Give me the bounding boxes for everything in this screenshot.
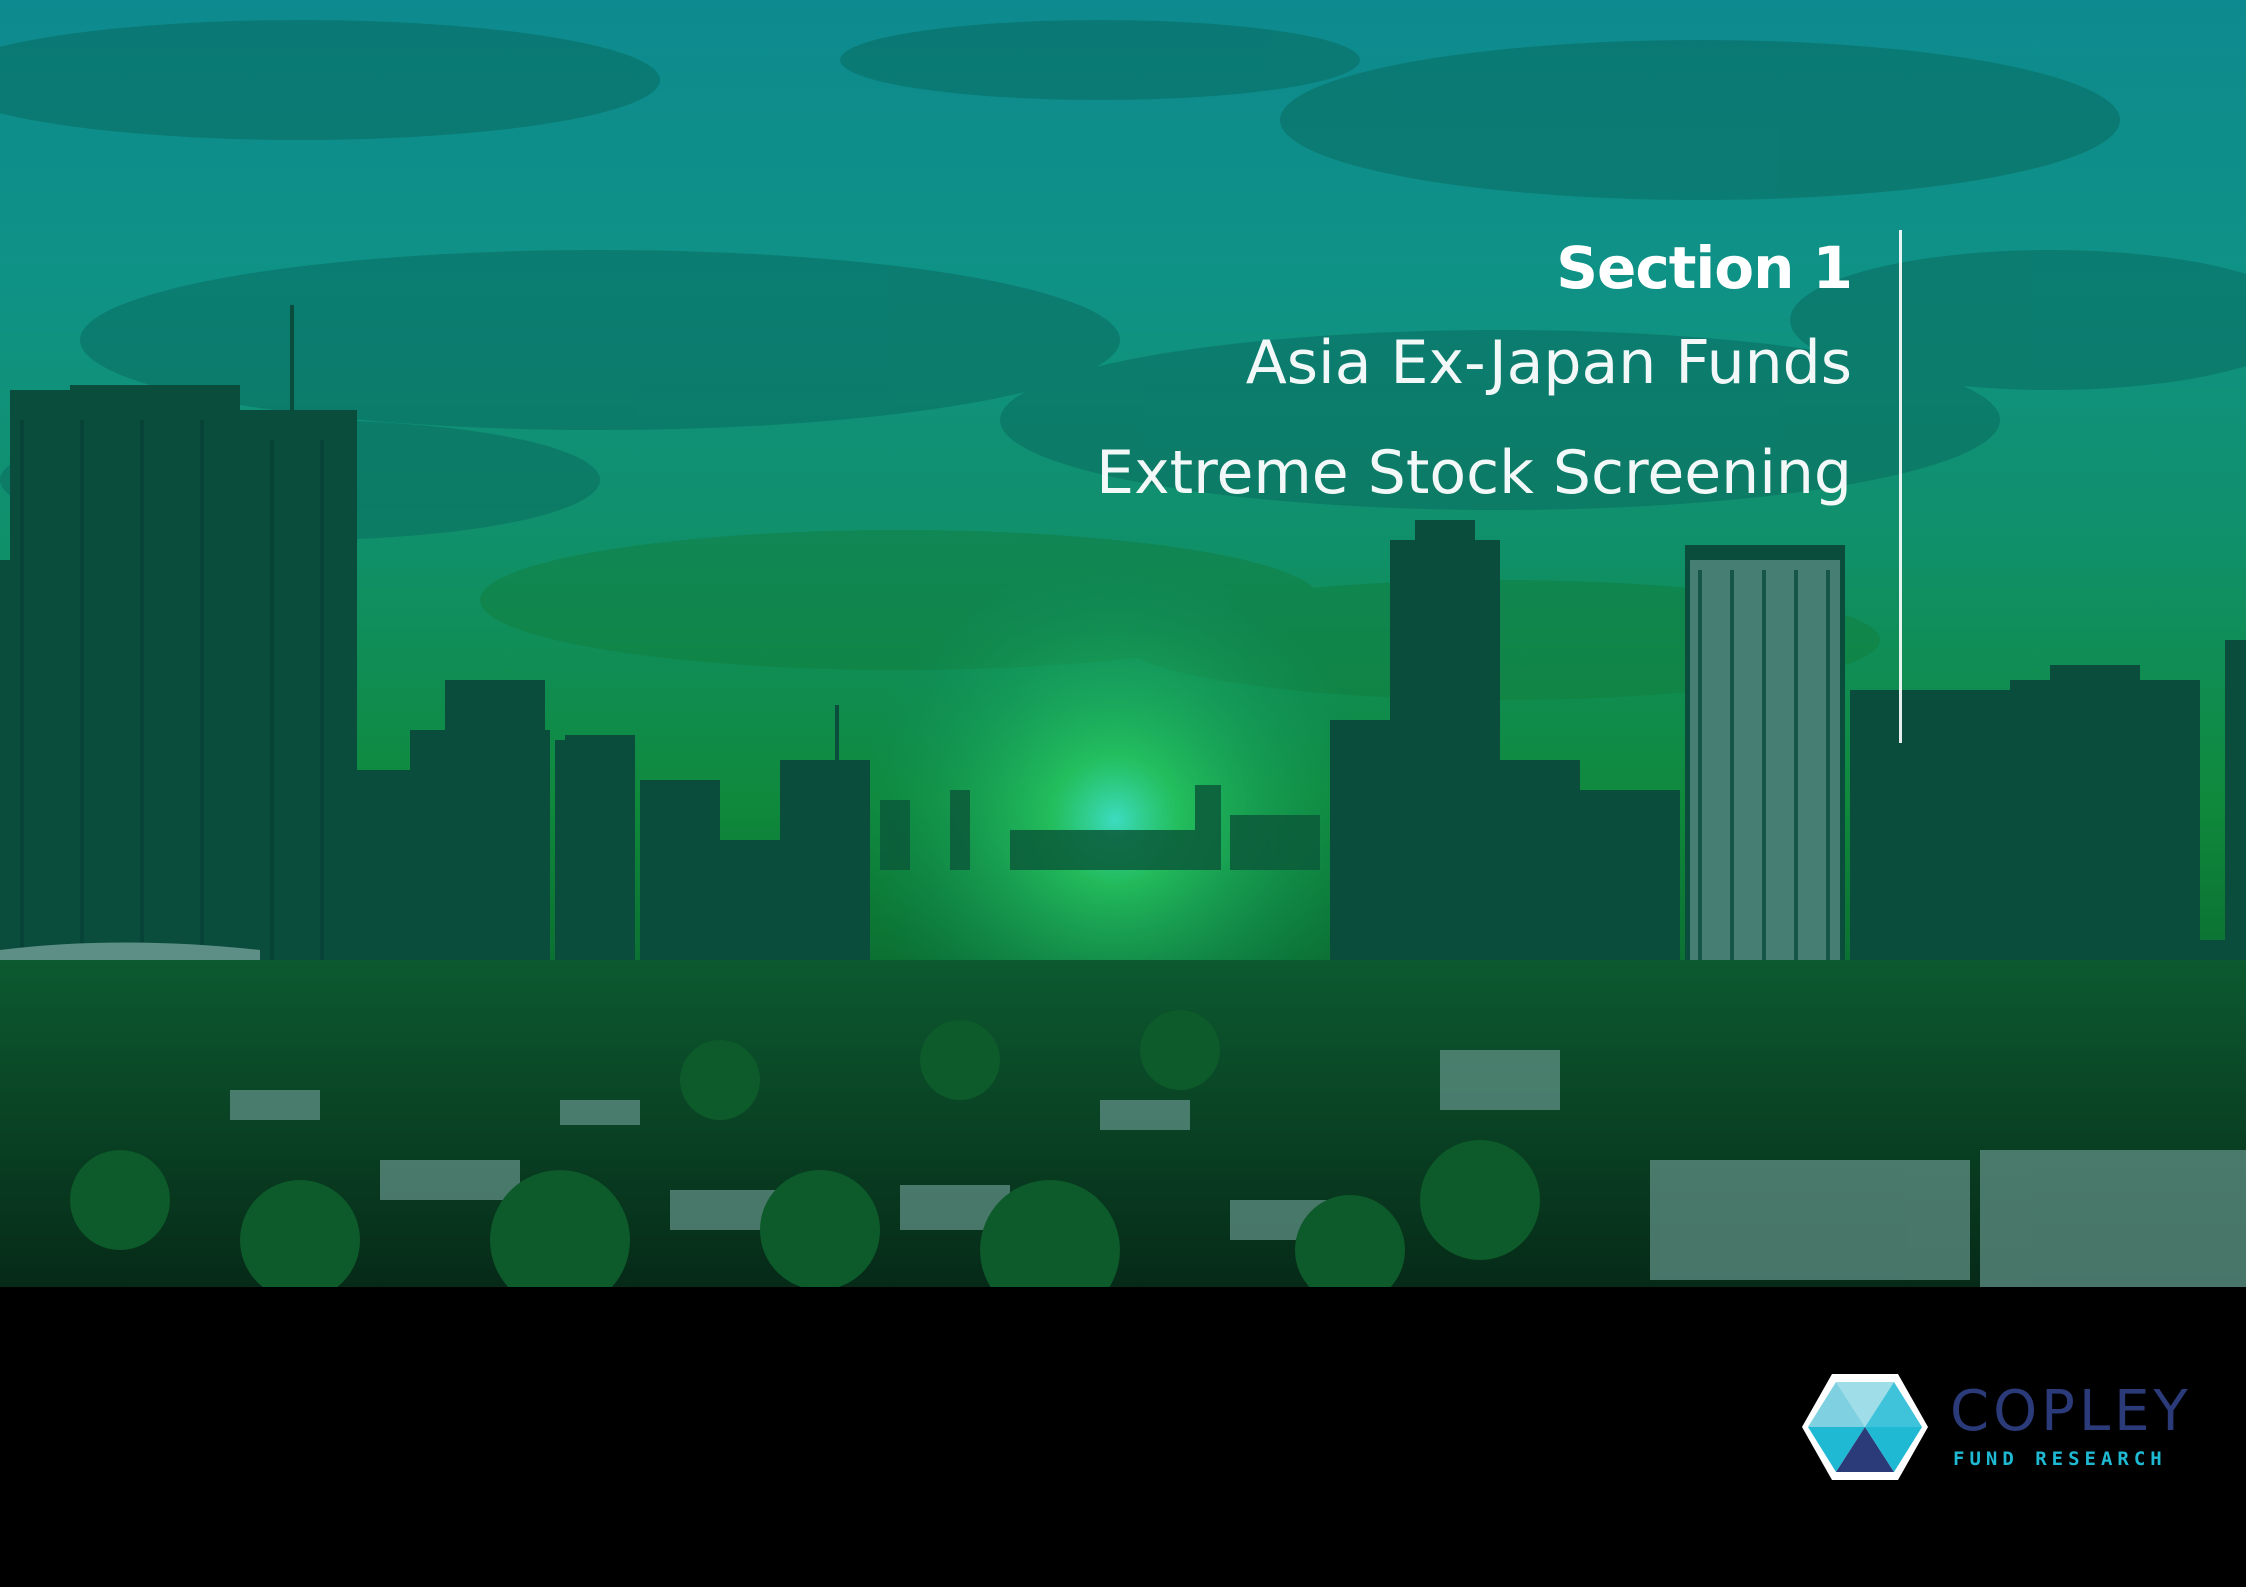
city-skyline-image [0,0,2246,1287]
section-title-block: Section 1 Asia Ex-Japan Funds Extreme St… [952,228,1853,528]
vertical-divider [1899,230,1902,743]
brand-tagline: FUND RESEARCH [1953,1448,2167,1470]
copley-logo: COPLEY FUND RESEARCH [1800,1370,2188,1490]
subtitle-line-1: Asia Ex-Japan Funds [1245,328,1852,398]
subtitle-line-2: Extreme Stock Screening [1096,438,1852,508]
section-label: Section 1 [1556,234,1853,302]
hexagon-logo-icon [1802,1374,1928,1480]
cover-image [0,0,2246,1287]
brand-name: COPLEY [1950,1379,2192,1444]
